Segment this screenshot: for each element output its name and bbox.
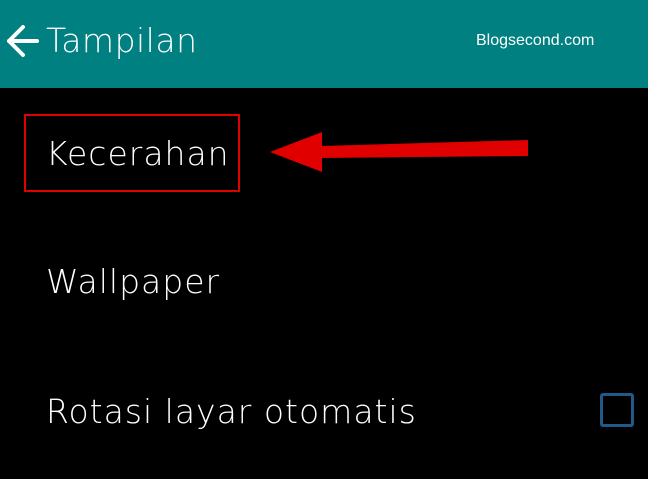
settings-item-kecerahan[interactable]: Kecerahan bbox=[0, 96, 648, 214]
back-button[interactable] bbox=[4, 22, 40, 60]
settings-item-label: Wallpaper bbox=[46, 262, 221, 301]
app-bar: Tampilan Blogsecond.com bbox=[0, 0, 648, 88]
watermark-text: Blogsecond.com bbox=[476, 32, 595, 49]
display-settings-screen: Tampilan Blogsecond.com Kecerahan Wallpa… bbox=[0, 0, 648, 479]
settings-item-rotasi-layar[interactable]: Rotasi layar otomatis bbox=[0, 352, 648, 472]
settings-item-label: Rotasi layar otomatis bbox=[46, 392, 417, 431]
settings-item-label: Kecerahan bbox=[46, 134, 230, 173]
settings-item-wallpaper[interactable]: Wallpaper bbox=[0, 222, 648, 340]
arrow-left-icon bbox=[7, 25, 39, 57]
page-title: Tampilan bbox=[46, 21, 198, 60]
auto-rotate-checkbox[interactable] bbox=[600, 393, 634, 427]
